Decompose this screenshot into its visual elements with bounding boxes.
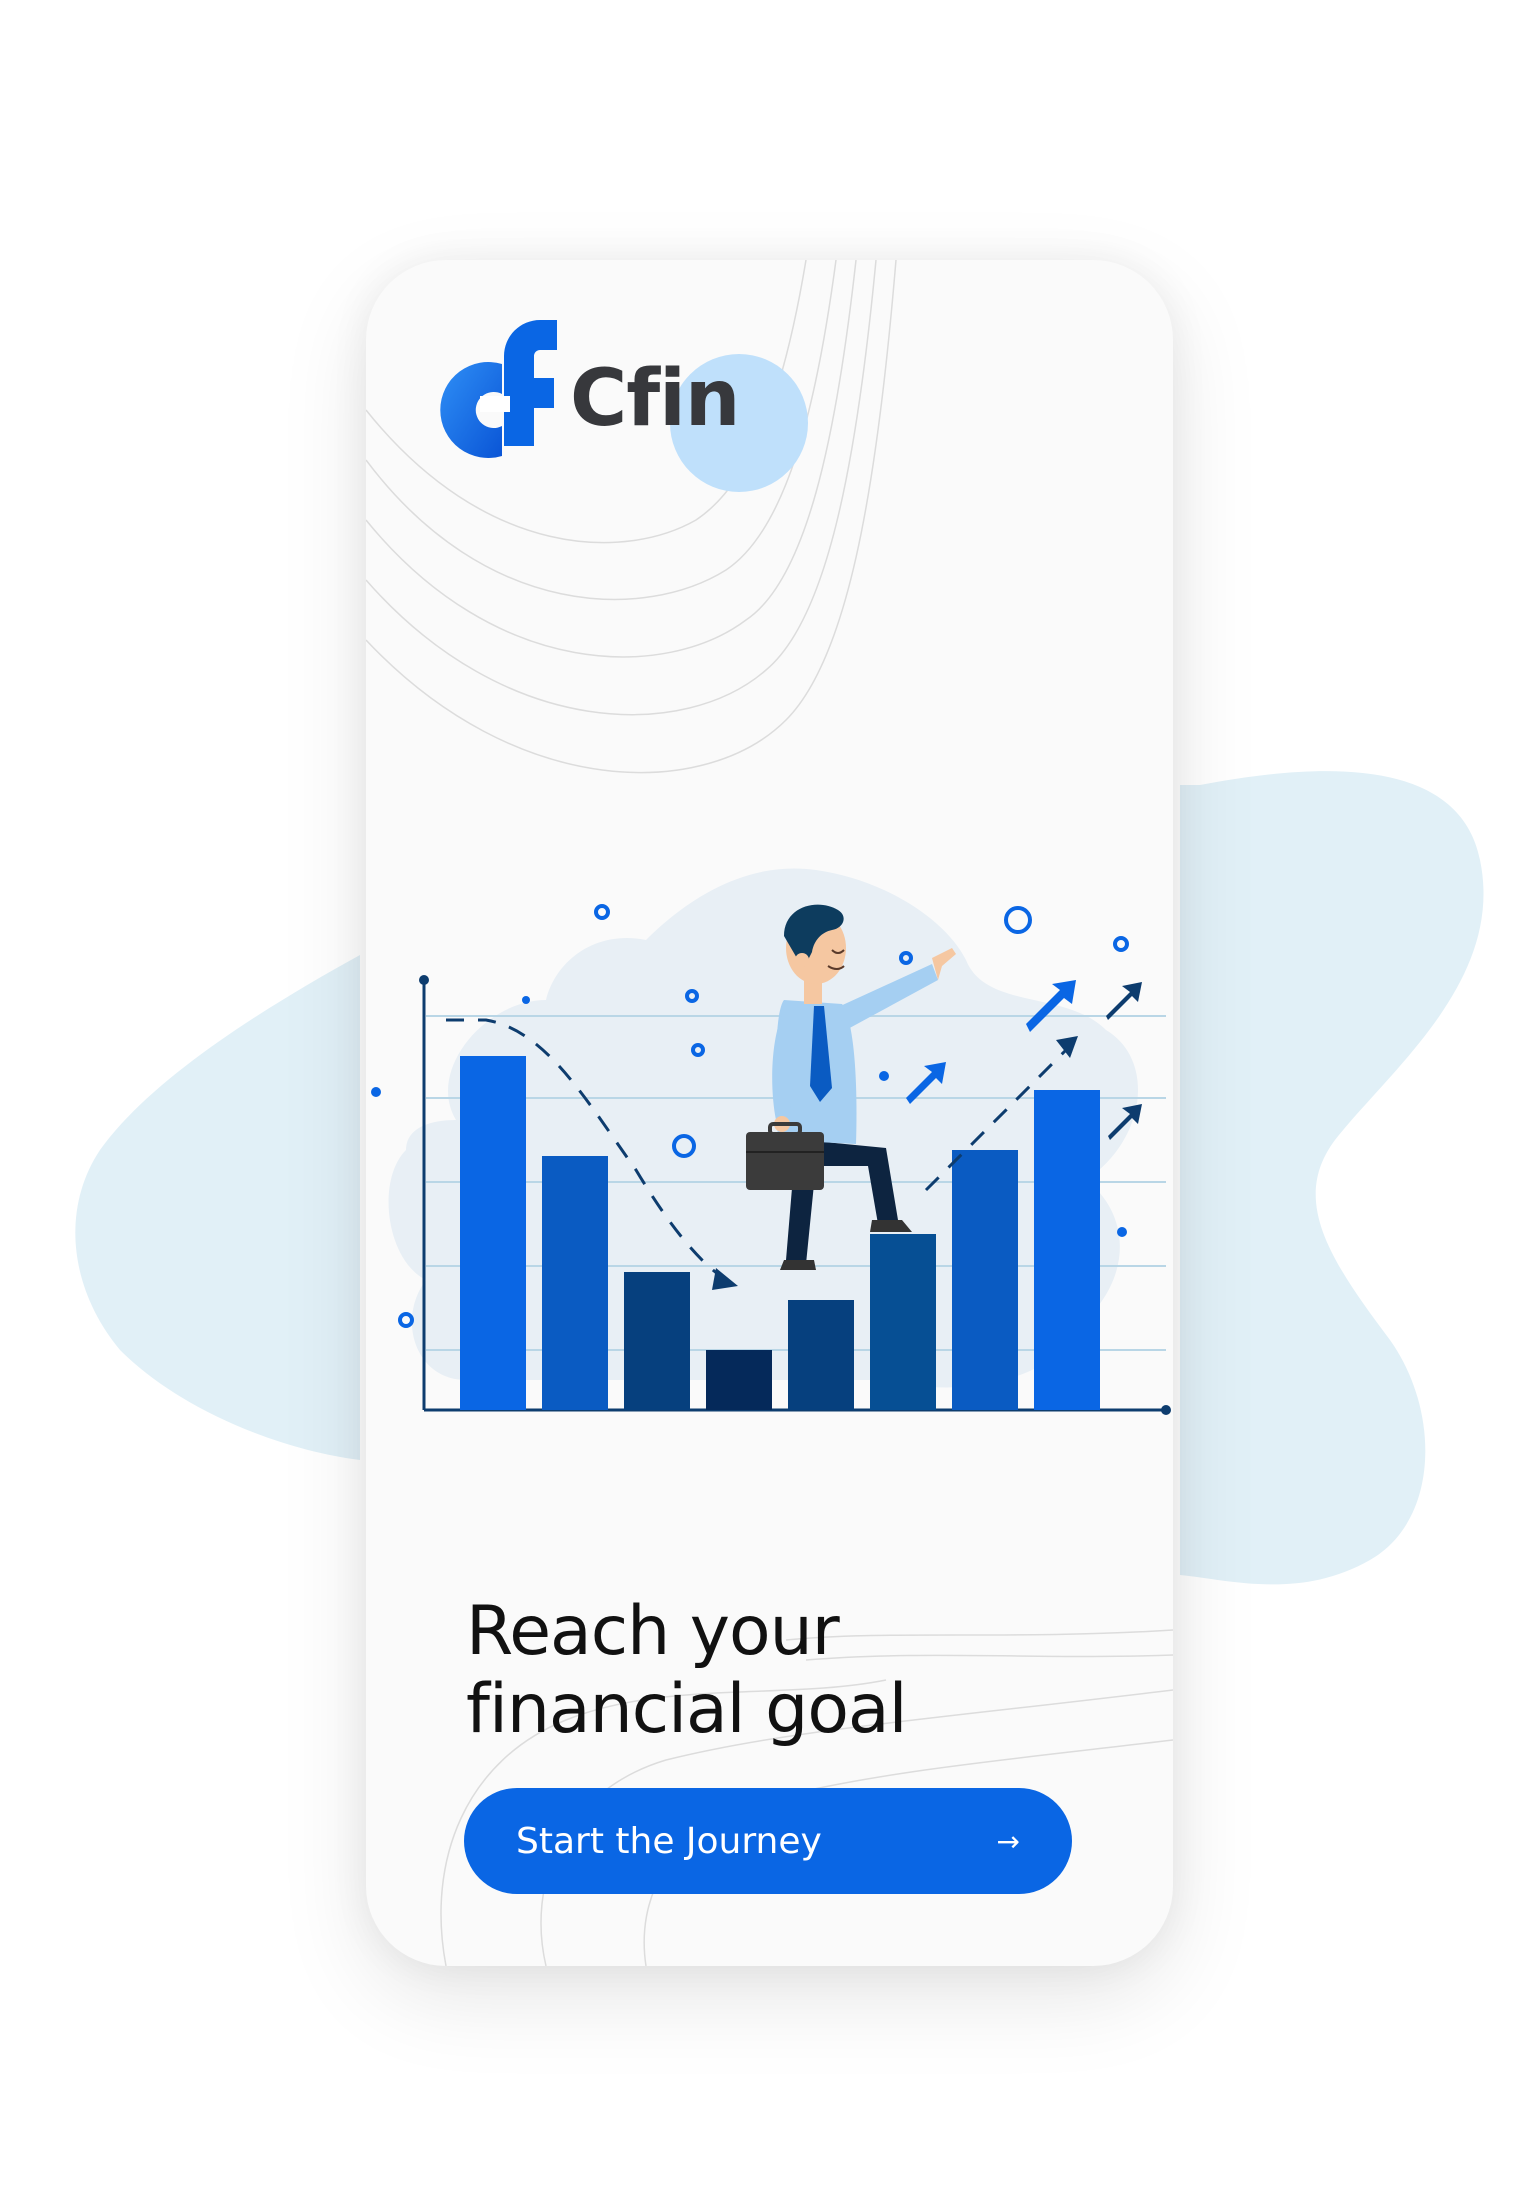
app-name: Cfin xyxy=(570,354,740,444)
growth-illustration xyxy=(371,868,1171,1415)
headline-line-1: Reach your xyxy=(466,1592,840,1671)
start-journey-button[interactable]: Start the Journey → xyxy=(464,1788,1072,1894)
phone-screen: Cfin Reach your financial goal Start the… xyxy=(366,260,1173,1966)
onboarding-headline: Reach your financial goal xyxy=(466,1593,1106,1749)
start-journey-label: Start the Journey xyxy=(516,1820,822,1862)
arrow-right-icon: → xyxy=(996,1824,1020,1858)
headline-line-2: financial goal xyxy=(466,1670,907,1749)
